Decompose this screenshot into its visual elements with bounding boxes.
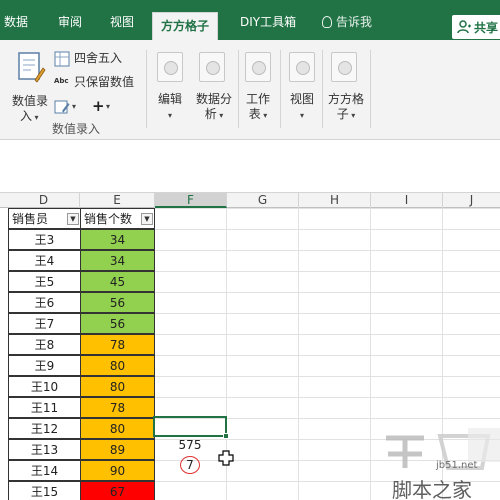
- tell-me-label: 告诉我: [336, 15, 373, 29]
- filter-dropdown-icon[interactable]: ▼: [67, 213, 79, 225]
- tab-review[interactable]: 审阅: [58, 12, 82, 40]
- column-header-j[interactable]: J: [443, 193, 500, 208]
- cell-salesperson[interactable]: 王15: [8, 481, 81, 500]
- worksheet-button[interactable]: 工作表 ▾: [238, 50, 278, 128]
- tab-view[interactable]: 视图: [110, 12, 134, 40]
- table-header-sales-count[interactable]: 销售个数 ▼: [80, 208, 155, 229]
- data-analysis-icon: [199, 52, 225, 82]
- data-analysis-button[interactable]: 数据分析 ▾: [192, 50, 236, 128]
- column-header-e[interactable]: E: [80, 193, 155, 208]
- cell-salesperson[interactable]: 王14: [8, 460, 81, 481]
- round-label: 四舍五入: [74, 51, 123, 65]
- view-icon: [289, 52, 315, 82]
- tab-diy-toolbox[interactable]: DIY工具箱: [240, 12, 296, 40]
- plus-dropdown[interactable]: + ▾: [92, 97, 122, 116]
- sheet-edit-icon: [54, 100, 70, 114]
- fangfanggezi-icon: [331, 52, 357, 82]
- column-header-f[interactable]: F: [155, 193, 227, 208]
- cell-salesperson[interactable]: 王10: [8, 376, 81, 397]
- share-label: 共享: [474, 20, 499, 35]
- cell-sales-count[interactable]: 34: [80, 250, 155, 271]
- cell-sales-count[interactable]: 80: [80, 355, 155, 376]
- cell-sales-count[interactable]: 34: [80, 229, 155, 250]
- edit-label: 编辑 ▾: [157, 92, 182, 120]
- cell-salesperson[interactable]: 王6: [8, 292, 81, 313]
- worksheet-label: 工作表 ▾: [245, 92, 270, 121]
- table-header-salesperson[interactable]: 销售员 ▼: [8, 208, 81, 229]
- column-header-i[interactable]: I: [371, 193, 443, 208]
- cell-salesperson[interactable]: 王8: [8, 334, 81, 355]
- active-cell-selection[interactable]: [153, 416, 227, 437]
- round-icon: [54, 51, 70, 67]
- fangfanggezi-label: 方方格子 ▾: [327, 92, 364, 121]
- cell-sales-count[interactable]: 56: [80, 292, 155, 313]
- value-input-button[interactable]: 数值录 入 ▾: [10, 48, 52, 123]
- keep-values-label: 只保留数值: [74, 75, 135, 89]
- cell-salesperson[interactable]: 王5: [8, 271, 81, 292]
- cell-salesperson[interactable]: 王12: [8, 418, 81, 439]
- column-header-h[interactable]: H: [299, 193, 371, 208]
- plus-icon: +: [92, 97, 105, 115]
- red-circle-annotation: [180, 456, 200, 474]
- fill-handle[interactable]: [223, 433, 229, 439]
- chevron-down-icon: ▾: [106, 102, 111, 111]
- cell-salesperson[interactable]: 王13: [8, 439, 81, 460]
- value-input-label-line2: 入 ▾: [20, 109, 39, 123]
- ribbon-panel: 数值录 入 ▾ 四舍五入 Abc 只保留数值 ▾ + ▾ 数值录入 编辑 ▾ 数据…: [0, 40, 500, 140]
- share-button[interactable]: 共享: [452, 15, 500, 39]
- group-separator: [370, 50, 371, 128]
- fangfanggezi-button[interactable]: 方方格子 ▾: [324, 50, 368, 128]
- group-separator: [280, 50, 281, 128]
- edit-tool-dropdown[interactable]: ▾: [54, 98, 84, 116]
- column-header-g[interactable]: G: [227, 193, 299, 208]
- abc-icon: Abc: [54, 77, 69, 85]
- keep-values-button[interactable]: Abc 只保留数值: [54, 74, 144, 92]
- column-header-row: D E F G H I J: [0, 193, 500, 208]
- cell-salesperson[interactable]: 王4: [8, 250, 81, 271]
- cell-sales-count[interactable]: 90: [80, 460, 155, 481]
- ribbon-tab-bar: 数据 审阅 视图 方方格子 DIY工具箱 告诉我 共享: [0, 0, 500, 42]
- edit-icon: [157, 52, 183, 82]
- document-pencil-icon: [18, 52, 46, 83]
- tab-data[interactable]: 数据: [4, 12, 28, 40]
- cell-sales-count[interactable]: 80: [80, 376, 155, 397]
- cell-sales-count[interactable]: 80: [80, 418, 155, 439]
- view-label: 视图 ▾: [289, 92, 314, 120]
- cell-salesperson[interactable]: 王3: [8, 229, 81, 250]
- formula-bar-area: [0, 141, 500, 193]
- group-label-value-input: 数值录入: [52, 122, 101, 136]
- site-watermark: jb51.net 脚本之家: [378, 428, 500, 500]
- value-input-label-line1: 数值录: [12, 94, 49, 108]
- cell-sales-count[interactable]: 45: [80, 271, 155, 292]
- tab-fangfanggezi[interactable]: 方方格子: [152, 12, 219, 42]
- column-header-d[interactable]: D: [8, 193, 80, 208]
- cell-sales-count[interactable]: 67: [80, 481, 155, 500]
- lightbulb-icon: [322, 15, 332, 28]
- cell-sales-count[interactable]: 56: [80, 313, 155, 334]
- watermark-brand: 脚本之家: [392, 478, 472, 500]
- cell-sales-count[interactable]: 89: [80, 439, 155, 460]
- view-button[interactable]: 视图 ▾: [282, 50, 322, 128]
- edit-button[interactable]: 编辑 ▾: [150, 50, 190, 128]
- group-separator: [146, 50, 147, 128]
- cell-sales-count[interactable]: 78: [80, 334, 155, 355]
- tell-me-search[interactable]: 告诉我: [322, 13, 372, 30]
- filter-dropdown-icon[interactable]: ▼: [141, 213, 153, 225]
- cell-salesperson[interactable]: 王9: [8, 355, 81, 376]
- person-add-icon: [457, 20, 471, 34]
- cell-cursor-icon: [218, 450, 234, 466]
- cell-salesperson[interactable]: 王7: [8, 313, 81, 334]
- group-separator: [322, 50, 323, 128]
- cell-sales-count[interactable]: 78: [80, 397, 155, 418]
- watermark-site: jb51.net: [436, 460, 478, 471]
- round-button[interactable]: 四舍五入: [54, 50, 138, 68]
- cell-salesperson[interactable]: 王11: [8, 397, 81, 418]
- cell-f-sum[interactable]: 575: [170, 436, 210, 454]
- worksheet-icon: [245, 52, 271, 82]
- data-analysis-label: 数据分析 ▾: [195, 92, 232, 121]
- chevron-down-icon: ▾: [72, 102, 77, 111]
